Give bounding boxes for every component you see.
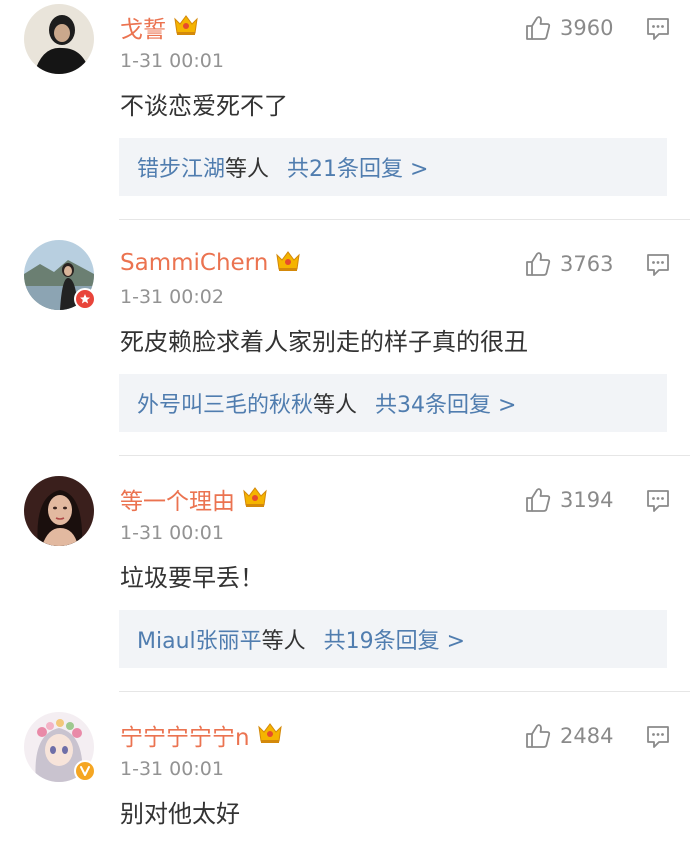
comment-text: 垃圾要早丢！	[120, 564, 264, 592]
reply-button[interactable]	[645, 724, 671, 754]
reply-etc: 等人	[313, 393, 358, 418]
username-row: 戈誓	[120, 10, 200, 44]
comment-item: SammiChern 1-31 00:02 死皮赖脸求着人家别走的样子真的很丑 …	[0, 236, 690, 456]
comment-time: 1-31 00:01	[120, 522, 224, 544]
comment-time: 1-31 00:01	[120, 758, 224, 780]
comment-time: 1-31 00:01	[120, 50, 224, 72]
replies-summary[interactable]: 外号叫三毛的秋秋 等人 共34条回复 >	[119, 374, 667, 432]
avatar[interactable]	[24, 712, 96, 782]
username-row: 等一个理由	[120, 482, 269, 516]
comment-text: 不谈恋爱死不了	[120, 92, 288, 120]
like-button[interactable]: 3194	[524, 486, 613, 514]
comment-text: 死皮赖脸求着人家别走的样子真的很丑	[120, 328, 528, 356]
like-count: 3194	[560, 488, 614, 512]
username[interactable]: 宁宁宁宁宁n	[120, 718, 250, 752]
like-count: 3960	[560, 16, 614, 40]
reply-users[interactable]: 错步江湖	[137, 151, 225, 183]
comment-bubble-icon	[647, 490, 669, 512]
replies-summary[interactable]: Miaul张丽平 等人 共19条回复 >	[119, 610, 667, 668]
like-button[interactable]: 3763	[524, 250, 613, 278]
avatar-image	[24, 4, 94, 74]
reply-users[interactable]: 外号叫三毛的秋秋	[137, 387, 313, 419]
username[interactable]: 戈誓	[120, 10, 166, 44]
comment-time: 1-31 00:02	[120, 286, 224, 308]
comment-bubble-icon	[647, 18, 669, 40]
crown-icon	[274, 249, 302, 277]
comment-bubble-icon	[647, 254, 669, 276]
thumbs-up-icon	[526, 488, 551, 512]
crown-icon	[256, 721, 284, 749]
like-count: 3763	[560, 252, 614, 276]
reply-button[interactable]	[645, 488, 671, 518]
thumbs-up-icon	[526, 16, 551, 40]
reply-button[interactable]	[645, 252, 671, 282]
avatar[interactable]	[24, 4, 94, 74]
avatar[interactable]	[24, 240, 96, 310]
username-row: SammiChern	[120, 246, 302, 280]
comment-bubble-icon	[647, 726, 669, 748]
crown-icon	[172, 13, 200, 41]
like-button[interactable]: 2484	[524, 722, 613, 750]
avatar-image	[24, 476, 94, 546]
thumbs-up-icon	[526, 724, 551, 748]
comment-item: 戈誓 1-31 00:01 不谈恋爱死不了 错步江湖 等人 共21条回复 > 3…	[0, 0, 690, 220]
avatar[interactable]	[24, 476, 94, 546]
divider	[119, 219, 690, 220]
like-count: 2484	[560, 724, 614, 748]
username[interactable]: SammiChern	[120, 250, 268, 276]
thumbs-up-icon	[526, 252, 551, 276]
red-star-badge-icon	[74, 288, 96, 310]
reply-count-link[interactable]: 共34条回复 >	[375, 387, 516, 419]
comment-item: 等一个理由 1-31 00:01 垃圾要早丢！ Miaul张丽平 等人 共19条…	[0, 472, 690, 692]
replies-summary[interactable]: 错步江湖 等人 共21条回复 >	[119, 138, 667, 196]
username-row: 宁宁宁宁宁n	[120, 718, 284, 752]
verified-badge-icon	[74, 760, 96, 782]
comment-text: 别对他太好	[120, 800, 240, 828]
divider	[119, 455, 690, 456]
reply-etc: 等人	[261, 629, 306, 654]
crown-icon	[241, 485, 269, 513]
reply-count-link[interactable]: 共19条回复 >	[324, 623, 465, 655]
reply-count-link[interactable]: 共21条回复 >	[287, 151, 428, 183]
like-button[interactable]: 3960	[524, 14, 613, 42]
reply-etc: 等人	[225, 157, 270, 182]
username[interactable]: 等一个理由	[120, 482, 235, 516]
comment-item: 宁宁宁宁宁n 1-31 00:01 别对他太好 2484	[0, 708, 690, 842]
reply-users[interactable]: Miaul张丽平	[137, 623, 262, 655]
divider	[119, 691, 690, 692]
reply-button[interactable]	[645, 16, 671, 46]
